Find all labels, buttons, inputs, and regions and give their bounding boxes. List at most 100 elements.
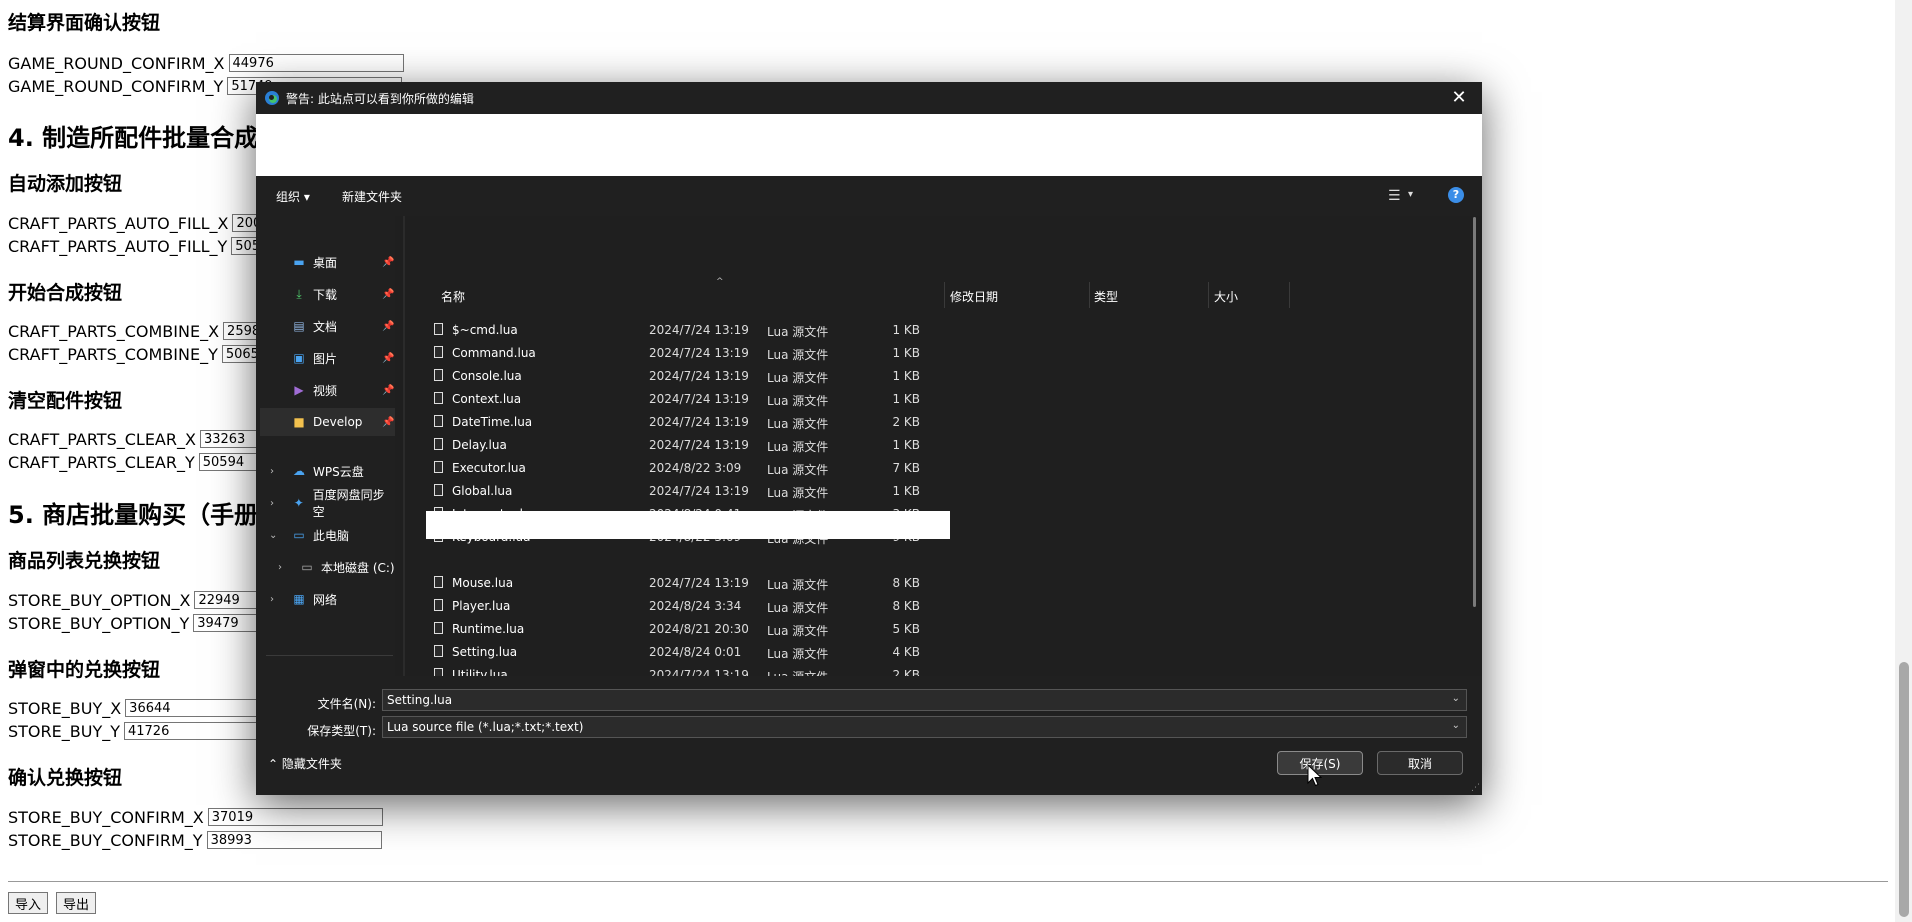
file-modified: 2024/7/24 13:19 (649, 576, 749, 590)
page-scrollbar-thumb[interactable] (1899, 662, 1909, 917)
file-row[interactable]: Executor.lua 2024/8/22 3:09 Lua 源文件 7 KB (426, 456, 946, 479)
file-row[interactable]: DateTime.lua 2024/7/24 13:19 Lua 源文件 2 KB (426, 410, 946, 433)
column-header-type[interactable]: 类型 (1094, 288, 1118, 305)
dialog-titlebar[interactable]: 警告: 此站点可以看到你所做的编辑 ✕ (256, 82, 1482, 114)
nav-item-label: 本地磁盘 (C:) (321, 560, 395, 575)
resize-grip-icon[interactable]: ⋰ (1471, 783, 1480, 793)
file-modified: 2024/8/22 3:09 (649, 461, 742, 475)
nav-item-label: Develop (313, 415, 363, 429)
store-buy-confirm-x-input[interactable] (207, 808, 383, 826)
store-buy-option-x-label: STORE_BUY_OPTION_X (8, 590, 191, 610)
chevron-down-icon[interactable]: ⌄ (269, 530, 277, 541)
cancel-button[interactable]: 取消 (1377, 751, 1463, 775)
file-row[interactable]: Console.lua 2024/7/24 13:19 Lua 源文件 1 KB (426, 364, 946, 387)
nav-item-baidu-sync[interactable]: › ✦ 百度网盘同步空 (256, 489, 395, 517)
nav-item-downloads[interactable]: ⤓ 下载 📌 (256, 280, 395, 308)
file-type: Lua 源文件 (767, 463, 829, 477)
chevron-down-icon[interactable]: ⌄ (1452, 720, 1460, 731)
column-divider[interactable] (1208, 282, 1209, 308)
file-row[interactable]: Delay.lua 2024/7/24 13:19 Lua 源文件 1 KB (426, 433, 946, 456)
chevron-right-icon[interactable]: › (270, 498, 274, 509)
file-size: 7 KB (892, 461, 920, 475)
desktop-icon: ▬ (293, 255, 305, 269)
pin-icon[interactable]: 📌 (382, 353, 394, 364)
clear-heading: 清空配件按钮 (8, 390, 123, 412)
nav-item-pictures[interactable]: ▣ 图片 📌 (256, 344, 395, 372)
store-buy-confirm-y-input[interactable] (206, 831, 382, 849)
close-button[interactable]: ✕ (1436, 82, 1482, 114)
file-row[interactable]: Global.lua 2024/7/24 13:19 Lua 源文件 1 KB (426, 479, 946, 502)
nav-item-label: 文档 (313, 319, 338, 334)
chevron-down-icon[interactable]: ▾ (1408, 189, 1413, 200)
file-type: Lua 源文件 (767, 394, 829, 408)
file-row[interactable]: $~cmd.lua 2024/7/24 13:19 Lua 源文件 1 KB (426, 318, 946, 341)
file-row[interactable]: Context.lua 2024/7/24 13:19 Lua 源文件 1 KB (426, 387, 946, 410)
file-row[interactable]: Command.lua 2024/7/24 13:19 Lua 源文件 1 KB (426, 341, 946, 364)
popup-heading: 弹窗中的兑换按钮 (8, 659, 161, 681)
help-icon[interactable]: ? (1448, 187, 1464, 203)
page-scrollbar[interactable] (1895, 0, 1912, 922)
export-button[interactable]: 导出 (56, 892, 97, 914)
pin-icon[interactable]: 📌 (382, 257, 394, 268)
column-divider[interactable] (944, 282, 945, 308)
filename-label: 文件名(N): (317, 697, 376, 711)
chevron-right-icon[interactable]: › (270, 594, 274, 605)
organize-menu[interactable]: 组织 ▾ (276, 188, 310, 205)
store-option-heading: 商品列表兑换按钮 (8, 550, 161, 572)
filetype-label: 保存类型(T): (307, 724, 376, 738)
section-5-title: 5. 商店批量购买（手册 (8, 501, 259, 529)
game-round-confirm-x-input[interactable] (228, 54, 404, 72)
chevron-right-icon[interactable]: › (270, 466, 274, 477)
file-name: Runtime.lua (452, 622, 525, 636)
nav-item-label: 此电脑 (313, 528, 350, 543)
nav-item-wps-cloud[interactable]: › ☁ WPS云盘 (256, 457, 395, 485)
pin-icon[interactable]: 📌 (382, 385, 394, 396)
nav-item-label: 桌面 (313, 255, 338, 270)
dialog-toolbar: 组织 ▾ 新建文件夹 ☰ ▾ ? (256, 176, 1482, 216)
new-folder-button[interactable]: 新建文件夹 (342, 188, 402, 205)
filetype-select[interactable]: Lua source file (*.lua;*.txt;*.text) ⌄ (382, 716, 1467, 738)
craft-clear-y-label: CRAFT_PARTS_CLEAR_Y (8, 452, 195, 472)
file-size: 1 KB (892, 346, 920, 360)
edge-browser-icon (265, 91, 279, 105)
view-list-icon[interactable]: ☰ (1388, 188, 1401, 204)
store-buy-confirm-y-row: STORE_BUY_CONFIRM_Y (8, 829, 382, 851)
file-list-scrollbar[interactable] (1473, 217, 1476, 607)
nav-item-develop[interactable]: ■ Develop 📌 (260, 408, 395, 436)
filename-input[interactable]: Setting.lua ⌄ (382, 689, 1467, 711)
import-button[interactable]: 导入 (8, 892, 49, 914)
address-banner (256, 114, 1482, 176)
file-name: DateTime.lua (452, 415, 533, 429)
nav-item-videos[interactable]: ▶ 视频 📌 (256, 376, 395, 404)
column-header-modified[interactable]: 修改日期 (950, 288, 998, 305)
file-size: 2 KB (892, 415, 920, 429)
column-header-size[interactable]: 大小 (1214, 288, 1238, 305)
file-icon (434, 438, 443, 450)
pin-icon[interactable]: 📌 (382, 321, 394, 332)
file-row[interactable]: Runtime.lua 2024/8/21 20:30 Lua 源文件 5 KB (426, 617, 946, 640)
nav-item-this-pc[interactable]: ⌄ ▭ 此电脑 (256, 521, 395, 549)
mouse-cursor-icon (1307, 764, 1323, 787)
file-row[interactable]: Player.lua 2024/8/24 3:34 Lua 源文件 8 KB (426, 594, 946, 617)
column-divider[interactable] (1289, 282, 1290, 308)
file-modified: 2024/7/24 13:19 (649, 392, 749, 406)
nav-item-network[interactable]: › ▦ 网络 (256, 585, 395, 613)
nav-item-desktop[interactable]: ▬ 桌面 📌 (256, 248, 395, 276)
nav-item-label: 图片 (313, 351, 338, 366)
file-icon (434, 622, 443, 634)
file-row[interactable]: Mouse.lua 2024/7/24 13:19 Lua 源文件 8 KB (426, 571, 946, 594)
column-divider[interactable] (1089, 282, 1090, 308)
hide-folders-toggle[interactable]: ⌃ 隐藏文件夹 (268, 755, 342, 772)
chevron-down-icon[interactable]: ⌄ (1452, 693, 1460, 704)
file-modified: 2024/7/24 13:19 (649, 346, 749, 360)
nav-item-local-disk[interactable]: › ▭ 本地磁盘 (C:) (256, 553, 395, 581)
file-name: Console.lua (452, 369, 522, 383)
pane-splitter[interactable] (403, 216, 405, 676)
file-row[interactable]: Setting.lua 2024/8/24 0:01 Lua 源文件 4 KB (426, 640, 946, 663)
file-modified: 2024/8/24 3:34 (649, 599, 742, 613)
column-header-name[interactable]: 名称 (441, 288, 465, 305)
chevron-right-icon[interactable]: › (278, 562, 282, 573)
pin-icon[interactable]: 📌 (382, 417, 394, 428)
pin-icon[interactable]: 📌 (382, 289, 394, 300)
nav-item-documents[interactable]: ▤ 文档 📌 (256, 312, 395, 340)
